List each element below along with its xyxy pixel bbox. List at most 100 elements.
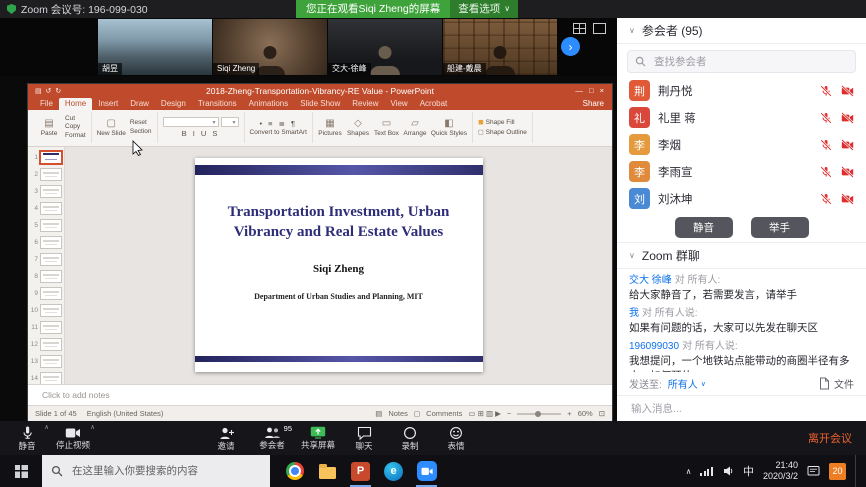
slide-thumbnail-row[interactable]: 12 — [28, 336, 64, 353]
window-controls-icons[interactable]: — □ × — [575, 86, 606, 95]
action-center-icon[interactable] — [807, 465, 820, 477]
participant-row[interactable]: 刘 刘沐坤 — [617, 185, 866, 212]
speaker-icon[interactable] — [722, 465, 734, 477]
participant-row[interactable]: 荆 荆丹悦 — [617, 77, 866, 104]
ribbon-tab[interactable]: Animations — [243, 98, 295, 110]
browser-app-button[interactable] — [278, 455, 311, 487]
comments-icon[interactable]: ◻ — [414, 409, 420, 418]
share-screen-button[interactable]: 共享屏幕 — [295, 421, 341, 455]
leave-meeting-button[interactable]: 离开会议 — [808, 421, 852, 455]
notes-toggle-label[interactable]: Notes — [388, 409, 408, 418]
video-tile[interactable]: 船建-戴晨 — [443, 19, 557, 75]
show-desktop-button[interactable] — [855, 455, 860, 487]
slide-thumbnail-row[interactable]: 1 — [28, 149, 64, 166]
stop-video-button[interactable]: ∧ 停止视频 — [50, 421, 96, 455]
edge-app-button[interactable]: e — [377, 455, 410, 487]
participant-row[interactable]: 李 李雨宣 — [617, 158, 866, 185]
slide-thumbnail-row[interactable]: 3 — [28, 183, 64, 200]
ribbon-tab[interactable]: Draw — [124, 98, 155, 110]
current-slide[interactable]: Transportation Investment, Urban Vibranc… — [195, 158, 483, 372]
slide-thumbnail-row[interactable]: 2 — [28, 166, 64, 183]
invite-button[interactable]: 邀请 — [203, 421, 249, 455]
mute-me-button[interactable]: 静音 — [675, 217, 733, 238]
participant-row[interactable]: 李 李烟 — [617, 131, 866, 158]
participant-search-input[interactable] — [652, 55, 848, 69]
new-slide-button[interactable]: ▢ New Slide — [97, 119, 126, 137]
slide-thumbnail-row[interactable]: 14 — [28, 370, 64, 384]
comments-label[interactable]: Comments — [426, 409, 462, 418]
quick-access-toolbar-icons[interactable]: ▤ ↺ ↻ — [35, 87, 62, 95]
slide-thumbnails-panel[interactable]: 1 2 3 — [28, 147, 65, 384]
file-explorer-button[interactable] — [311, 455, 344, 487]
share-button[interactable]: Share — [583, 99, 604, 108]
chat-header[interactable]: ∨ Zoom 群聊 — [617, 242, 866, 269]
mic-options-caret-icon[interactable]: ∧ — [44, 423, 49, 431]
shape-outline-button[interactable]: ◻ Shape Outline — [478, 129, 527, 137]
participants-button[interactable]: 95 参会者 — [249, 421, 295, 455]
ribbon-tab[interactable]: Transitions — [192, 98, 243, 110]
network-icon[interactable] — [700, 466, 713, 476]
taskbar-search-input[interactable] — [70, 464, 261, 478]
quick-styles-button[interactable]: ◧ Quick Styles — [431, 119, 467, 137]
start-button[interactable] — [0, 455, 42, 487]
zoom-app-button[interactable] — [410, 455, 443, 487]
font-style-buttons[interactable]: B I U S — [182, 129, 220, 138]
tray-expand-icon[interactable]: ∧ — [686, 467, 692, 476]
mute-button[interactable]: ∧ 静音 — [4, 421, 50, 455]
record-button[interactable]: 录制 — [387, 421, 433, 455]
shapes-button[interactable]: ◇ Shapes — [346, 119, 370, 137]
slide-thumbnail-row[interactable]: 5 — [28, 217, 64, 234]
font-name-dropdown[interactable]: ▾ — [163, 117, 219, 127]
slide-thumbnail-row[interactable]: 8 — [28, 268, 64, 285]
slide-thumbnail-row[interactable]: 6 — [28, 234, 64, 251]
zoom-slider[interactable] — [517, 413, 561, 415]
ribbon-tab[interactable]: File — [34, 98, 59, 110]
raise-hand-button[interactable]: 举手 — [751, 217, 809, 238]
video-tile[interactable]: 交大-徐峰 — [328, 19, 442, 75]
section-button[interactable]: Section — [130, 129, 152, 136]
notes-pane[interactable]: Click to add notes — [28, 384, 612, 405]
cut-button[interactable]: Cut — [65, 116, 86, 123]
participant-row[interactable]: 礼 礼里 蒋 — [617, 104, 866, 131]
ribbon-tab[interactable]: Design — [155, 98, 192, 110]
paragraph-buttons[interactable]: • ≡ ≣ ¶ — [259, 119, 297, 128]
video-tile[interactable]: Siqi Zheng — [213, 19, 327, 75]
next-videos-button[interactable]: › — [561, 37, 580, 56]
gallery-view-icon[interactable] — [573, 23, 586, 34]
paste-button[interactable]: ▤ Paste — [37, 119, 61, 137]
reset-button[interactable]: Reset — [130, 120, 152, 127]
chat-input[interactable] — [629, 402, 854, 416]
chat-button[interactable]: 聊天 — [341, 421, 387, 455]
slide-thumbnail-row[interactable]: 11 — [28, 319, 64, 336]
arrange-button[interactable]: ▱ Arrange — [403, 119, 427, 137]
convert-smartart-button[interactable]: Convert to SmartArt — [250, 130, 307, 137]
view-options-button[interactable]: 查看选项 ∨ — [450, 0, 518, 18]
powerpoint-app-button[interactable]: P — [344, 455, 377, 487]
participant-search[interactable] — [627, 50, 856, 73]
ime-indicator[interactable]: 中 — [743, 463, 754, 479]
slide-thumbnail-row[interactable]: 13 — [28, 353, 64, 370]
fit-to-window-icon[interactable]: ⊡ — [599, 409, 605, 418]
ribbon-tab[interactable]: Slide Show — [294, 98, 346, 110]
ribbon-tab[interactable]: Review — [346, 98, 384, 110]
ribbon-tab[interactable]: Acrobat — [414, 98, 454, 110]
video-tile[interactable]: 胡昱 — [98, 19, 212, 75]
notes-toggle-icon[interactable]: ▤ — [375, 409, 382, 418]
file-button[interactable]: 文件 — [819, 376, 854, 391]
slide-thumbnail-row[interactable]: 4 — [28, 200, 64, 217]
send-to-dropdown[interactable]: 所有人 ∨ — [668, 376, 706, 391]
slide-thumbnail-row[interactable]: 9 — [28, 285, 64, 302]
video-options-caret-icon[interactable]: ∧ — [90, 423, 95, 431]
shape-fill-button[interactable]: ◼ Shape Fill — [478, 119, 527, 127]
notification-badge[interactable]: 20 — [829, 463, 846, 480]
slide-thumbnail-row[interactable]: 10 — [28, 302, 64, 319]
ribbon-tab[interactable]: Home — [59, 98, 92, 110]
format-painter-button[interactable]: Format — [65, 133, 86, 140]
copy-button[interactable]: Copy — [65, 124, 86, 131]
participants-header[interactable]: ∨ 参会者 (95) — [617, 18, 866, 44]
text-box-button[interactable]: ▭ Text Box — [374, 119, 399, 137]
reactions-button[interactable]: 表情 — [433, 421, 479, 455]
slide-thumbnail-row[interactable]: 7 — [28, 251, 64, 268]
pictures-button[interactable]: ▦ Pictures — [318, 119, 342, 137]
ribbon-tab[interactable]: Insert — [92, 98, 124, 110]
